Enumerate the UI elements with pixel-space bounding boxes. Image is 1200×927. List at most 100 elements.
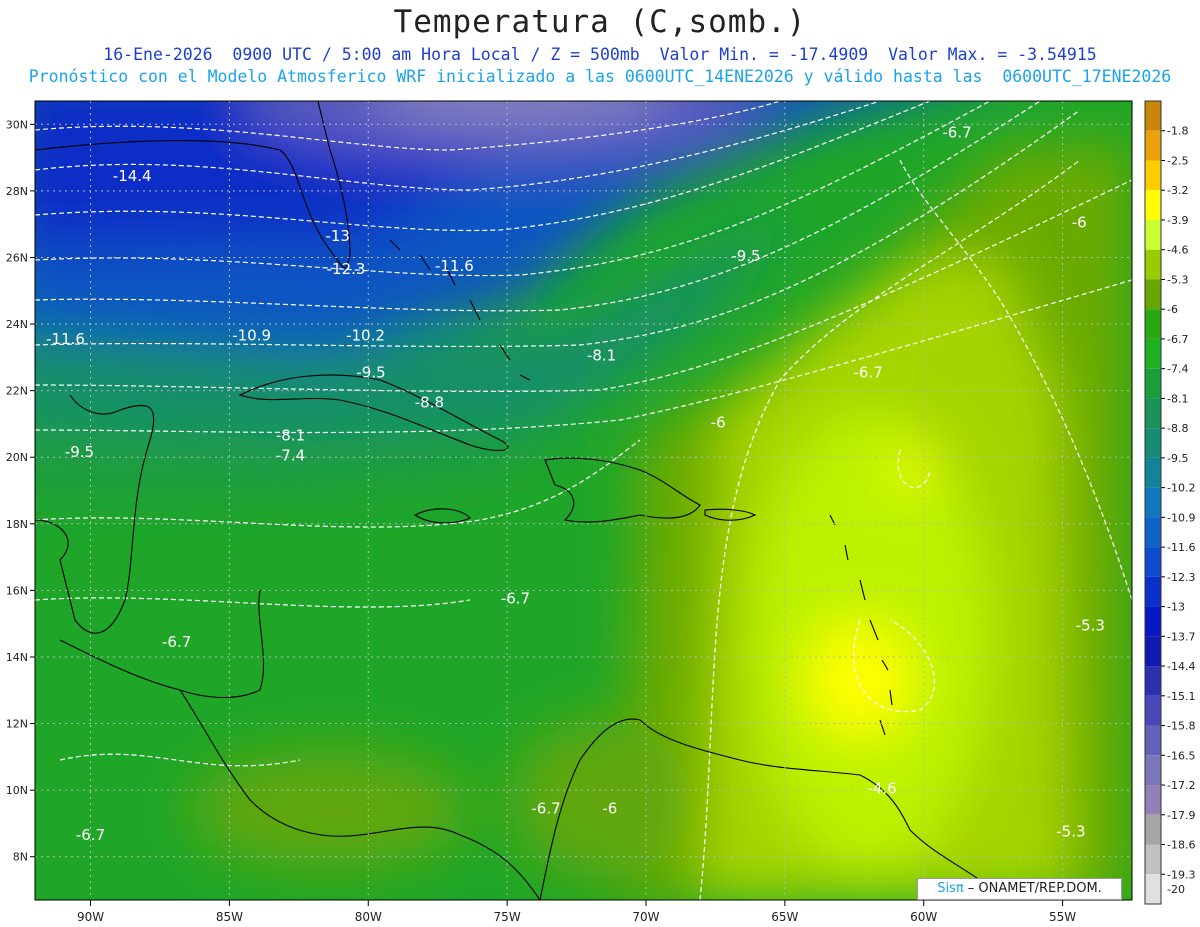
colorbar-swatch (1145, 636, 1161, 667)
contour-label: -10.2 (346, 327, 385, 345)
longitude-axis: 90W 85W 80W 75W 70W 65W 60W 55W (77, 900, 1076, 924)
y-tick-label: 30N (6, 118, 28, 131)
contour-label: -6.7 (162, 633, 191, 651)
contour-label: -13 (325, 227, 350, 245)
colorbar-label: -15.1 (1167, 690, 1195, 703)
colorbar-label: -2.5 (1167, 154, 1188, 167)
x-tick-label: 90W (77, 910, 104, 924)
colorbar-swatch (1145, 160, 1161, 191)
colorbar-swatch (1145, 874, 1161, 904)
contour-label: -6 (711, 413, 726, 431)
colorbar-label: -3.9 (1167, 214, 1188, 227)
colorbar-swatch (1145, 576, 1161, 607)
colorbar-label: -17.2 (1167, 779, 1195, 792)
contour-label: -4.6 (867, 779, 896, 797)
contour-label: -5.3 (1056, 823, 1085, 841)
colorbar-label: -16.5 (1167, 749, 1195, 762)
colorbar-swatch (1145, 101, 1161, 131)
colorbar-label: -17.9 (1167, 809, 1195, 822)
contour-label: -8.1 (276, 427, 305, 445)
contour-label: -6.7 (942, 124, 971, 142)
colorbar-label: -8.8 (1167, 422, 1188, 435)
colorbar-swatch (1145, 219, 1161, 250)
colorbar-swatch (1145, 547, 1161, 577)
credit-box: Sisπ – ONAMET/REP.DOM. (917, 878, 1122, 900)
y-tick-label: 18N (6, 518, 28, 531)
colorbar-swatch (1145, 190, 1161, 220)
contour-label: -6.7 (854, 363, 883, 381)
contour-label: -7.4 (276, 447, 305, 465)
y-tick-label: 10N (6, 784, 28, 797)
temperature-map: -14.4 -13 -12.3 -11.6 -9.5 -11.6 -10.9 -10.2 -9.… (6, 100, 1195, 924)
colorbar-swatch (1145, 814, 1161, 845)
x-tick-label: 75W (494, 910, 521, 924)
colorbar-label: -4.6 (1167, 244, 1188, 257)
colorbar-swatch (1145, 755, 1161, 786)
credit-brand: Sisπ (937, 881, 964, 896)
y-tick-label: 16N (6, 584, 28, 597)
colorbar-label: -12.3 (1167, 571, 1195, 584)
contour-label: -11.6 (46, 330, 85, 348)
colorbar-swatch (1145, 309, 1161, 339)
y-tick-label: 8N (13, 851, 28, 864)
y-tick-label: 26N (6, 251, 28, 264)
contour-label: -9.5 (65, 443, 94, 461)
x-tick-label: 55W (1049, 910, 1076, 924)
colorbar-label: -13.7 (1167, 630, 1195, 643)
colorbar-label: -11.6 (1167, 541, 1195, 554)
colorbar-label: -5.3 (1167, 273, 1188, 286)
colorbar-label: -6.7 (1167, 333, 1188, 346)
colorbar-label: -3.2 (1167, 184, 1188, 197)
colorbar-swatch (1145, 785, 1161, 815)
x-tick-label: 80W (355, 910, 382, 924)
colorbar-label: -8.1 (1167, 392, 1188, 405)
colorbar-label: -13 (1167, 601, 1185, 614)
colorbar-swatch (1145, 428, 1161, 458)
colorbar-swatch (1145, 666, 1161, 696)
contour-label: -11.6 (435, 257, 474, 275)
x-tick-label: 65W (771, 910, 798, 924)
contour-label: -14.4 (113, 167, 152, 185)
colorbar-swatch (1145, 249, 1161, 280)
colorbar-swatch (1145, 279, 1161, 310)
colorbar-swatch (1145, 725, 1161, 756)
latitude-axis: 30N 28N 26N 24N 22N 20N 18N 16N 14N 12N 10N 8N (6, 118, 35, 864)
colorbar-label: -6 (1167, 303, 1178, 316)
colorbar-swatch (1145, 606, 1161, 637)
colorbar-label: -20 (1167, 883, 1185, 896)
x-tick-label: 70W (632, 910, 659, 924)
colorbar-label: -10.9 (1167, 511, 1195, 524)
colorbar-label: -19.3 (1167, 868, 1195, 881)
y-tick-label: 28N (6, 185, 28, 198)
colorbar-swatch (1145, 844, 1161, 875)
y-tick-label: 24N (6, 318, 28, 331)
contour-label: -6.7 (531, 799, 560, 817)
contour-label: -6.7 (501, 590, 530, 608)
y-tick-label: 12N (6, 718, 28, 731)
contour-label: -8.1 (587, 347, 616, 365)
contour-label: -6 (602, 799, 617, 817)
y-tick-label: 22N (6, 385, 28, 398)
contour-label: -8.8 (415, 393, 444, 411)
colorbar-swatch (1145, 398, 1161, 429)
contour-label: -6.7 (76, 826, 105, 844)
colorbar-label: -9.5 (1167, 452, 1188, 465)
colorbar-swatch (1145, 487, 1161, 518)
colorbar-swatch (1145, 517, 1161, 548)
contour-label: -5.3 (1076, 616, 1105, 634)
temperature-field (35, 101, 1132, 900)
colorbar: -1.8 -2.5 -3.2 -3.9 -4.6 -5.3 -6 -6.7 -7.4 -8.1 -8… (1144, 100, 1195, 905)
colorbar-label: -14.4 (1167, 660, 1195, 673)
contour-label: -9.5 (356, 363, 385, 381)
contour-label: -6 (1072, 214, 1087, 232)
colorbar-label: -15.8 (1167, 720, 1195, 733)
credit-text: – ONAMET/REP.DOM. (963, 881, 1102, 896)
colorbar-swatch (1145, 368, 1161, 399)
colorbar-label: -18.6 (1167, 839, 1195, 852)
colorbar-swatch (1145, 695, 1161, 726)
colorbar-label: -1.8 (1167, 125, 1188, 138)
colorbar-label: -7.4 (1167, 363, 1188, 376)
x-tick-label: 85W (216, 910, 243, 924)
colorbar-swatch (1145, 457, 1161, 488)
colorbar-label: -10.2 (1167, 482, 1195, 495)
